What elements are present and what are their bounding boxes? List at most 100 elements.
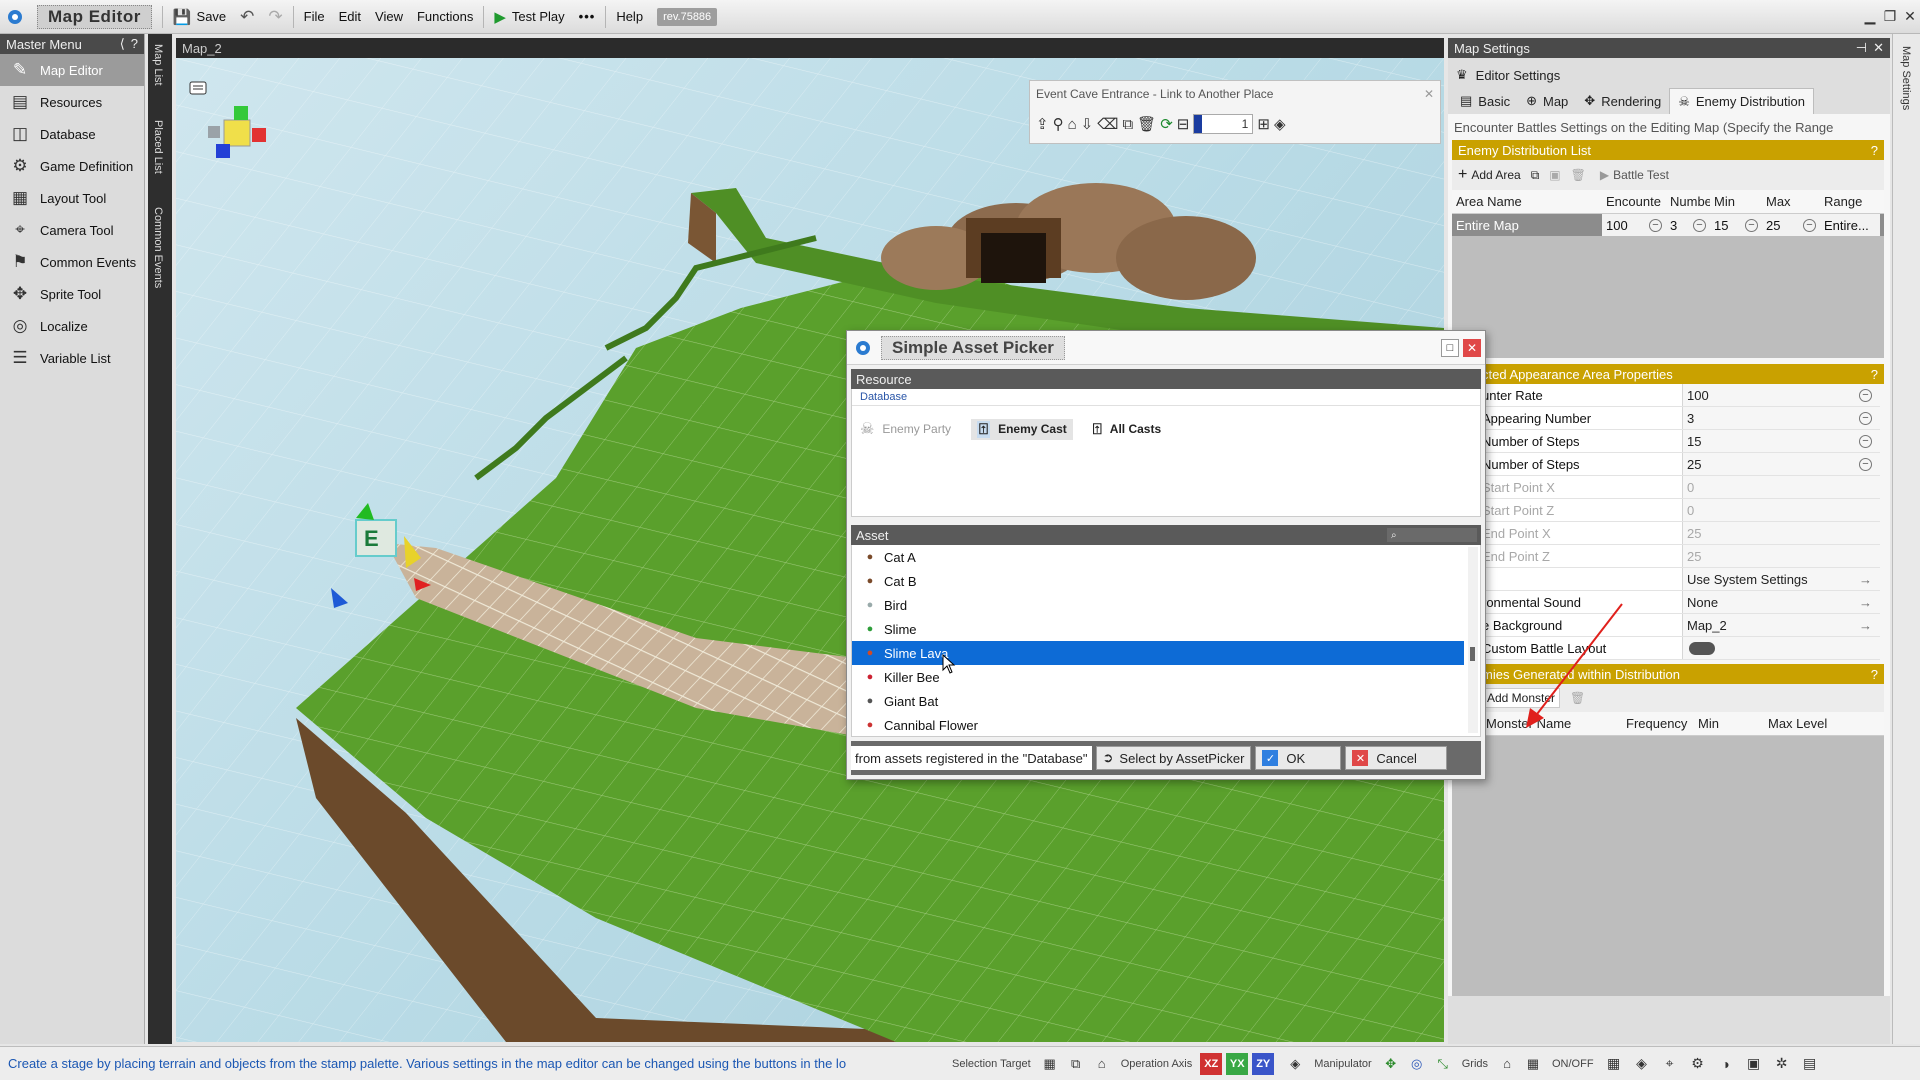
col-max[interactable]: Max — [1762, 194, 1820, 209]
layer-slider[interactable]: 1 — [1193, 114, 1254, 134]
axis-zy-button[interactable]: ZY — [1252, 1052, 1275, 1075]
show-light-icon[interactable]: ◑ — [1715, 1053, 1737, 1075]
table-row[interactable]: Entire Map 100− 3− 15− 25− Entire... — [1452, 214, 1884, 236]
delete-area-icon[interactable]: 🗑 — [1571, 168, 1586, 182]
minus-icon[interactable]: − — [1859, 434, 1872, 448]
property-value[interactable]: None → — [1682, 591, 1880, 613]
property-row[interactable]: Appearing Number 3− — [1452, 407, 1880, 430]
rotate-icon[interactable]: ⟳ — [1160, 115, 1173, 133]
eraser-icon[interactable]: ⌫ — [1097, 115, 1118, 133]
collapse-icon[interactable]: ⟨ — [120, 36, 125, 52]
battle-test-button[interactable]: ▶ Battle Test — [1600, 168, 1669, 182]
dialog-close-icon[interactable]: ✕ — [1463, 338, 1481, 357]
col-frequency[interactable]: Frequency — [1622, 716, 1694, 731]
property-value[interactable]: 3− — [1682, 407, 1880, 429]
col-encounter[interactable]: Encounte — [1602, 194, 1666, 209]
arrow-right-icon[interactable]: → — [1859, 595, 1872, 610]
scrollbar-thumb[interactable] — [1470, 647, 1475, 661]
layers-icon[interactable]: ◈ — [1274, 115, 1286, 133]
tab-enemy-distribution[interactable]: ☠ Enemy Distribution — [1669, 88, 1814, 114]
ok-button[interactable]: ✓ OK — [1255, 746, 1342, 770]
list-item[interactable]: ● Cannibal Flower — [852, 713, 1464, 736]
master-menu-item-layout-tool[interactable]: ▦ Layout Tool — [0, 182, 144, 214]
help-icon[interactable]: ? — [1871, 667, 1878, 682]
dialog-maximize-icon[interactable]: □ — [1441, 338, 1459, 357]
show-camera-icon[interactable]: ⌖ — [1659, 1053, 1681, 1075]
max-cell[interactable]: 25 − — [1762, 214, 1820, 236]
master-menu-item-camera-tool[interactable]: ⌖ Camera Tool — [0, 214, 144, 246]
asset-list[interactable]: ● Cat A ● Cat B ● Bird ● Slime ● Slime Lava ● Kille… — [851, 545, 1481, 737]
help-icon[interactable]: ? — [131, 36, 138, 52]
select-object-icon[interactable]: ⧉ — [1065, 1053, 1087, 1075]
editor-settings-label[interactable]: Editor Settings — [1476, 68, 1561, 83]
test-play-button[interactable]: ▶ Test Play — [487, 4, 571, 30]
grid-height-icon[interactable]: ⌂ — [1496, 1053, 1518, 1075]
floor-icon[interactable]: ⌂ — [1068, 116, 1077, 133]
property-value[interactable]: Use System Settings → — [1682, 568, 1880, 590]
resource-enemy-party[interactable]: ☠ Enemy Party — [860, 419, 951, 439]
range-cell[interactable]: Entire... — [1820, 214, 1880, 236]
axis-yx-button[interactable]: YX — [1226, 1052, 1249, 1075]
minus-icon[interactable]: − — [1859, 388, 1872, 402]
master-menu-item-sprite-tool[interactable]: ✥ Sprite Tool — [0, 278, 144, 310]
manipulator-toggle-icon[interactable]: ◈ — [1284, 1053, 1306, 1075]
side-tab-common-events[interactable]: Common Events — [152, 201, 164, 294]
col-number[interactable]: Numbe — [1666, 194, 1710, 209]
menu-view[interactable]: View — [368, 4, 410, 30]
property-value[interactable] — [1682, 637, 1880, 659]
select-event-icon[interactable]: ⌂ — [1091, 1053, 1113, 1075]
col-max-level[interactable]: Max Level — [1764, 716, 1854, 731]
min-cell[interactable]: 15 − — [1710, 214, 1762, 236]
undo-button[interactable]: ↶ — [233, 4, 261, 30]
property-value[interactable]: 15 − — [1682, 430, 1880, 452]
col-range[interactable]: Range — [1820, 194, 1880, 209]
side-tab-map-settings[interactable]: Map Settings — [1900, 40, 1912, 116]
menu-functions[interactable]: Functions — [410, 4, 480, 30]
select-grid-icon[interactable]: ▦ — [1039, 1053, 1061, 1075]
col-min-level[interactable]: Min — [1694, 716, 1764, 731]
cancel-button[interactable]: ✕ Cancel — [1345, 746, 1448, 770]
asset-search-input[interactable]: ⌕ — [1387, 528, 1477, 542]
add-area-button[interactable]: + Add Area — [1458, 166, 1521, 184]
pin-icon[interactable]: ⊣ — [1856, 40, 1867, 56]
list-item[interactable]: ● Cat A — [852, 545, 1464, 569]
list-item[interactable]: ● Slime — [852, 617, 1464, 641]
help-icon[interactable]: ? — [1871, 143, 1878, 158]
master-menu-item-map-editor[interactable]: ✎ Map Editor — [0, 54, 144, 86]
property-row[interactable]: Use System Settings → — [1452, 568, 1880, 591]
minus-icon[interactable]: − — [1859, 411, 1872, 425]
restore-icon[interactable]: ❐ — [1880, 4, 1900, 30]
select-by-assetpicker-button[interactable]: ➲ Select by AssetPicker — [1095, 746, 1252, 770]
tab-basic[interactable]: ▤ Basic — [1452, 88, 1518, 114]
minimize-icon[interactable]: ▁ — [1860, 4, 1880, 30]
side-tab-map-list[interactable]: Map List — [152, 38, 164, 92]
monster-grid-body[interactable] — [1452, 736, 1884, 996]
minus-icon[interactable]: − — [1859, 457, 1872, 471]
property-row[interactable]: Number of Steps 15 − — [1452, 430, 1880, 453]
dialog-titlebar[interactable]: Simple Asset Picker □ ✕ — [847, 331, 1485, 365]
axis-xz-button[interactable]: XZ — [1200, 1052, 1223, 1075]
property-value[interactable]: Map_2 → — [1682, 614, 1880, 636]
copy-area-icon[interactable]: ⧉ — [1531, 168, 1540, 183]
show-collision-icon[interactable]: ▣ — [1743, 1053, 1765, 1075]
master-menu-item-variable-list[interactable]: ☰ Variable List — [0, 342, 144, 374]
redo-button[interactable]: ↷ — [261, 4, 289, 30]
scale-manipulator-icon[interactable]: ⤡ — [1432, 1053, 1454, 1075]
zoom-out-icon[interactable]: ⊟ — [1177, 115, 1190, 133]
save-button[interactable]: 💾 Save — [166, 4, 233, 30]
grid-toggle-icon[interactable]: ▦ — [1522, 1053, 1544, 1075]
drop-icon[interactable]: ⇩ — [1081, 115, 1094, 133]
property-row[interactable]: Number of Steps 25 − — [1452, 453, 1880, 476]
side-tab-placed-list[interactable]: Placed List — [152, 114, 164, 180]
col-area-name[interactable]: Area Name — [1452, 194, 1602, 209]
list-item[interactable]: ● Bird — [852, 593, 1464, 617]
resource-all-casts[interactable]: ⍐ All Casts — [1093, 421, 1161, 438]
tab-rendering[interactable]: ✥ Rendering — [1576, 88, 1669, 114]
stamp-icon[interactable]: ⚲ — [1053, 115, 1064, 133]
more-options-icon[interactable]: ••• — [572, 4, 603, 30]
menu-help[interactable]: Help — [609, 4, 650, 30]
list-item[interactable]: ● Cat B — [852, 569, 1464, 593]
show-settings-icon[interactable]: ⚙ — [1687, 1053, 1709, 1075]
menu-edit[interactable]: Edit — [332, 4, 368, 30]
move-manipulator-icon[interactable]: ✥ — [1380, 1053, 1402, 1075]
